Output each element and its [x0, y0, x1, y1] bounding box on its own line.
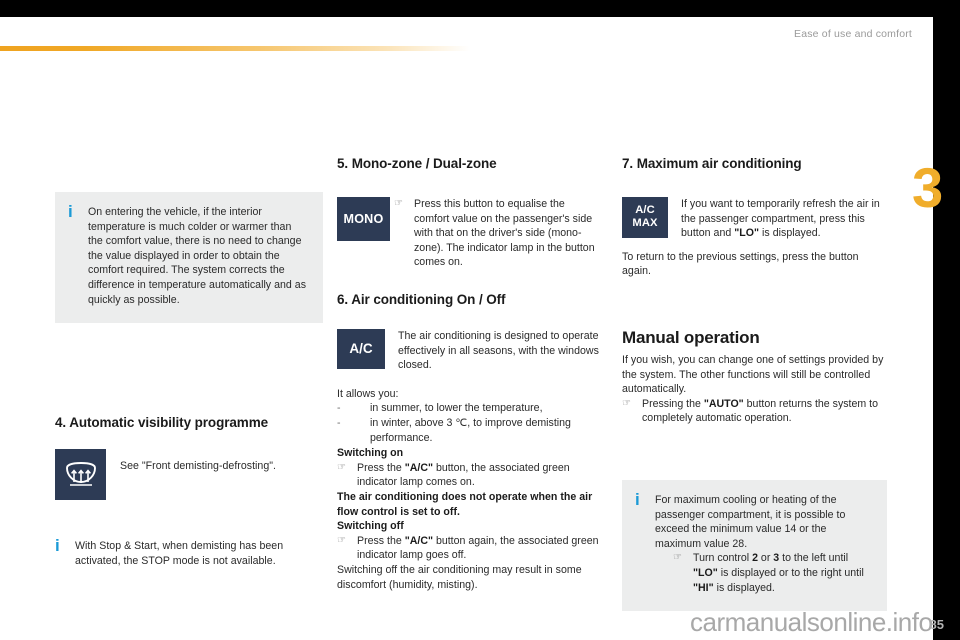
switch-off-text-pre: Press the — [357, 534, 405, 547]
dash-bullet: - — [337, 402, 341, 415]
ac-max-button[interactable]: A/C MAX — [622, 197, 668, 238]
section-6-switch-on-label: Switching on — [337, 447, 404, 460]
manual-auto-button-ref: "AUTO" — [703, 397, 744, 410]
lo-ref: "LO" — [693, 566, 718, 579]
section-5-instruction: ☞ Press this button to equalise the comf… — [394, 197, 599, 270]
turn-control-pre: Turn control — [693, 552, 753, 565]
switch-off-button-ref: "A/C" — [404, 534, 433, 547]
section-5-instruction-text: Press this button to equalise the comfor… — [414, 198, 595, 269]
section-6-switch-on-instruction: ☞ Press the "A/C" button, the associated… — [337, 461, 599, 490]
info-box-max-values: i For maximum cooling or heating of the … — [622, 480, 887, 612]
section-7-button-row: A/C MAX If you want to temporarily refre… — [622, 197, 887, 241]
manual-operation-instruction: ☞ Pressing the "AUTO" button returns the… — [622, 397, 887, 426]
mono-button-label: MONO — [343, 212, 384, 226]
info-box-temperature-text: On entering the vehicle, if the interior… — [88, 206, 307, 306]
ac-max-button-label-line1: A/C — [635, 204, 655, 216]
section-4-heading: 4. Automatic visibility programme — [55, 415, 269, 430]
manual-operation-heading: Manual operation — [622, 328, 760, 347]
info-box-temperature: i On entering the vehicle, if the interi… — [55, 192, 323, 324]
turn-control-or: or — [757, 552, 774, 565]
section-5-text-wrap: ☞ Press this button to equalise the comf… — [390, 197, 599, 270]
info-box-max-values-text: For maximum cooling or heating of the pa… — [655, 494, 846, 550]
pointing-hand-icon: ☞ — [337, 461, 346, 473]
section-6-button-row: A/C The air conditioning is designed to … — [337, 329, 599, 373]
turn-control-end: is displayed. — [713, 581, 775, 594]
info-box-max-values-instruction: ☞ Turn control 2 or 3 to the left until … — [655, 551, 873, 595]
section-7-text-post: is displayed. — [759, 227, 821, 240]
windscreen-demist-icon[interactable] — [55, 449, 106, 500]
info-note-stop-start-text: With Stop & Start, when demisting has be… — [75, 540, 284, 567]
section-7-heading: 7. Maximum air conditioning — [622, 156, 802, 171]
pointing-hand-icon: ☞ — [394, 198, 403, 209]
section-6-allows-label: It allows you: — [337, 387, 399, 400]
section-6-warning: The air conditioning does not operate wh… — [337, 490, 593, 518]
section-6-allows-item-text: in winter, above 3 ℃, to improve demisti… — [370, 416, 571, 444]
section-6-switch-off-label: Switching off — [337, 520, 404, 533]
pointing-hand-icon: ☞ — [337, 534, 346, 546]
turn-control-mid2: is displayed or to the right until — [717, 566, 864, 579]
top-black-band — [0, 0, 960, 17]
section-6-heading: 6. Air conditioning On / Off — [337, 292, 506, 307]
pointing-hand-icon: ☞ — [622, 397, 631, 409]
switch-on-button-ref: "A/C" — [404, 461, 433, 474]
info-icon: i — [68, 202, 73, 221]
manual-operation-block: Manual operation If you wish, you can ch… — [622, 327, 887, 426]
section-6-intro: The air conditioning is designed to oper… — [398, 330, 599, 372]
dash-bullet: - — [337, 416, 341, 429]
section-6-allows-item: - in winter, above 3 ℃, to improve demis… — [337, 416, 599, 445]
chapter-tab-number: 3 — [912, 156, 943, 219]
info-icon: i — [55, 536, 60, 555]
section-7-return-text: To return to the previous settings, pres… — [622, 250, 859, 278]
section-4-block: 4. Automatic visibility programme See "F… — [55, 414, 323, 500]
section-7-lo-ref: "LO" — [734, 227, 760, 240]
info-note-stop-start: i With Stop & Start, when demisting has … — [55, 536, 323, 568]
ac-button[interactable]: A/C — [337, 329, 385, 369]
turn-control-mid: to the left until — [779, 552, 849, 565]
mono-button[interactable]: MONO — [337, 197, 390, 241]
section-6-allows-item: - in summer, to lower the temperature, — [337, 401, 599, 416]
manual-bullet-pre: Pressing the — [642, 397, 704, 410]
section-6-block: 6. Air conditioning On / Off A/C The air… — [337, 291, 599, 592]
section-5-button-row: MONO ☞ Press this button to equalise the… — [337, 197, 599, 270]
header-orange-rule — [0, 46, 470, 51]
section-6-allows-item-text: in summer, to lower the temperature, — [370, 402, 543, 415]
ac-max-button-label-line2: MAX — [632, 217, 658, 229]
section-5-heading: 5. Mono-zone / Dual-zone — [337, 156, 497, 171]
info-icon: i — [635, 490, 640, 509]
ac-button-label: A/C — [349, 341, 373, 356]
running-header-title: Ease of use and comfort — [794, 28, 912, 40]
switch-on-text-pre: Press the — [357, 461, 405, 474]
section-5-block: 5. Mono-zone / Dual-zone MONO ☞ Press th… — [337, 155, 599, 270]
pointing-hand-icon: ☞ — [673, 552, 682, 564]
section-7-text: If you want to temporarily refresh the a… — [668, 197, 887, 241]
site-watermark: carmanualsonline.info — [690, 607, 933, 637]
section-4-text: See "Front demisting-defrosting". — [120, 460, 276, 472]
section-4-button-row: See "Front demisting-defrosting". — [55, 449, 323, 500]
section-6-switch-off-instruction: ☞ Press the "A/C" button again, the asso… — [337, 534, 599, 563]
section-6-closing: Switching off the air conditioning may r… — [337, 563, 582, 591]
manual-operation-intro: If you wish, you can change one of setti… — [622, 354, 884, 396]
manual-page: Ease of use and comfort 3 i On entering … — [0, 0, 960, 640]
section-7-block: 7. Maximum air conditioning A/C MAX If y… — [622, 155, 887, 279]
hi-ref: "HI" — [693, 581, 714, 594]
